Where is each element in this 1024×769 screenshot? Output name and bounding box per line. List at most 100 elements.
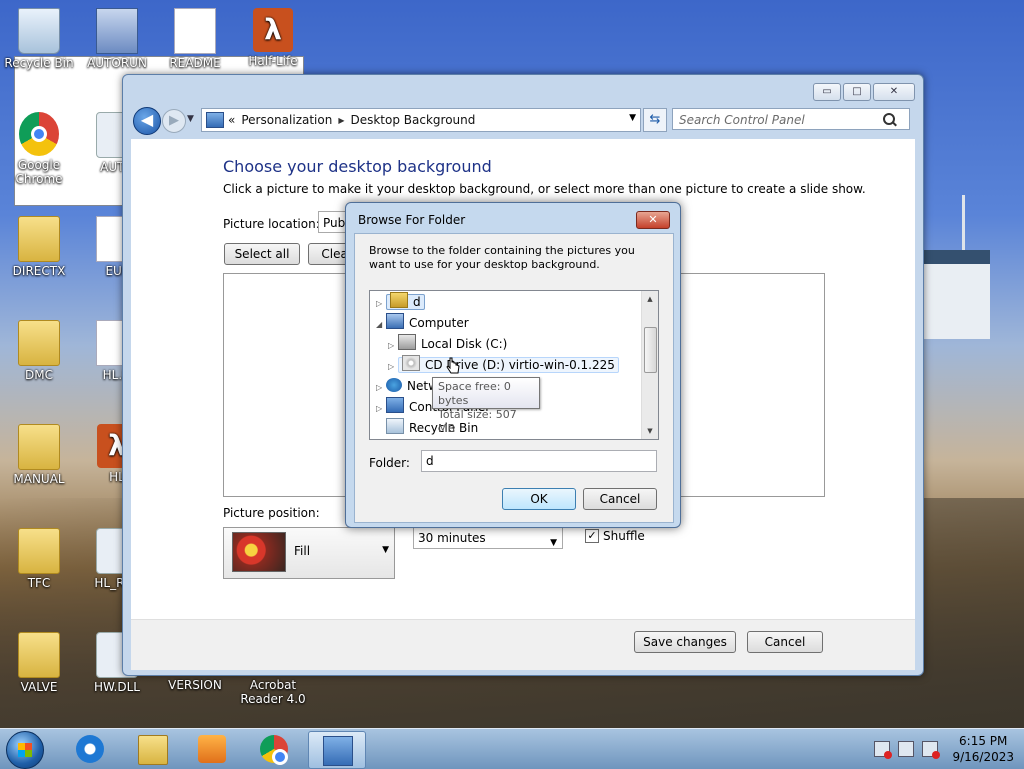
clock[interactable]: 6:15 PM 9/16/2023 [952, 733, 1014, 765]
desktop-icon-label: README [169, 56, 221, 70]
hand-cursor-icon [446, 357, 460, 374]
computer-icon [386, 313, 404, 329]
dialog-close-button[interactable]: ✕ [636, 211, 670, 229]
tooltip-total-size: Total size: 507 MB [438, 408, 517, 435]
back-button[interactable]: ◀ [133, 107, 161, 135]
taskbar-control-panel[interactable] [308, 731, 366, 769]
desktop-icon-readme[interactable]: README [158, 8, 232, 70]
tree-item-cd-drive[interactable]: ▷ CD Drive (D:) virtio-win-0.1.225 [388, 355, 619, 375]
desktop-icon-recycle-bin[interactable]: Recycle Bin [2, 8, 76, 70]
desktop-icon-dmc[interactable]: DMC [2, 320, 76, 382]
half-life-icon: λ [253, 8, 293, 52]
expand-arrow-icon[interactable]: ▷ [376, 399, 386, 419]
breadcrumb-separator-icon[interactable]: ▶ [338, 116, 344, 125]
desktop-icon-manual[interactable]: MANUAL [2, 424, 76, 486]
chevron-down-icon: ▼ [382, 545, 389, 555]
recent-pages-dropdown-icon[interactable]: ▼ [187, 114, 194, 124]
change-interval-select[interactable]: 30 minutes ▼ [413, 527, 563, 549]
action-center-flag-icon[interactable] [874, 741, 893, 759]
media-player-icon [198, 735, 226, 763]
minimize-button[interactable]: ▭ [813, 83, 841, 101]
desktop-icon-label: DIRECTX [12, 264, 66, 278]
scroll-down-icon[interactable]: ▼ [642, 423, 658, 439]
network-icon[interactable] [898, 741, 915, 757]
shuffle-label: Shuffle [603, 529, 645, 543]
desktop-icon-half-life[interactable]: λ Half-Life [236, 8, 310, 68]
wallpaper-house [920, 250, 990, 339]
cd-drive-icon [402, 355, 420, 371]
page-title: Choose your desktop background [223, 157, 492, 176]
tree-item-label: d [413, 295, 421, 309]
search-icon[interactable] [883, 113, 895, 125]
taskbar-internet-explorer[interactable] [62, 731, 118, 767]
taskbar-media-player[interactable] [184, 731, 240, 767]
start-button[interactable] [6, 731, 44, 769]
desktop-icon-label: Half-Life [248, 54, 298, 68]
internet-explorer-icon [76, 735, 104, 763]
desktop-icon-directx[interactable]: DIRECTX [2, 216, 76, 278]
dialog-title: Browse For Folder [358, 213, 466, 227]
taskbar-windows-explorer[interactable] [124, 731, 180, 767]
desktop-icon-label: AUTORUN [87, 56, 147, 70]
window-controls: ▭ □ ✕ [813, 83, 915, 101]
folder-label: Folder: [369, 456, 410, 470]
desktop-icon-chrome[interactable]: Google Chrome [2, 112, 76, 186]
forward-button[interactable]: ▶ [162, 109, 186, 133]
taskbar: 6:15 PM 9/16/2023 [0, 728, 1024, 769]
expand-arrow-icon[interactable]: ▷ [388, 357, 398, 377]
close-button[interactable]: ✕ [873, 83, 915, 101]
scroll-up-icon[interactable]: ▲ [642, 291, 658, 307]
folder-tree[interactable]: ▷ d ◢ Computer ▷ Local Disk (C:) ▷ CD Drive … [369, 290, 659, 440]
folder-icon [18, 528, 60, 574]
ok-button[interactable]: OK [502, 488, 576, 510]
desktop-icon-valve[interactable]: VALVE [2, 632, 76, 694]
desktop-icon-label: Google Chrome [15, 158, 63, 186]
collapse-arrow-icon[interactable]: ◢ [376, 315, 386, 335]
search-input[interactable]: Search Control Panel [672, 108, 910, 130]
folder-icon [18, 216, 60, 262]
taskbar-chrome[interactable] [246, 731, 302, 767]
chrome-icon [260, 735, 288, 765]
shuffle-checkbox[interactable]: ✓ [585, 529, 599, 543]
expand-arrow-icon[interactable]: ▷ [376, 378, 386, 398]
tree-item-computer[interactable]: ◢ Computer [376, 313, 469, 333]
picture-position-preview [232, 532, 286, 572]
desktop-icon-label: VALVE [20, 680, 58, 694]
desktop-icon-label: Recycle Bin [4, 56, 74, 70]
expand-arrow-icon[interactable]: ▷ [376, 294, 386, 314]
desktop-icon-autorun[interactable]: AUTORUN [80, 8, 154, 70]
tree-item-label: Computer [409, 316, 469, 330]
select-all-button[interactable]: Select all [224, 243, 300, 265]
volume-muted-icon[interactable] [922, 741, 941, 759]
clock-date: 9/16/2023 [952, 750, 1014, 764]
desktop-icon-label: VERSION [168, 678, 222, 692]
recycle-bin-icon [386, 418, 404, 434]
control-panel-icon [386, 397, 404, 413]
desktop-icon-tfc[interactable]: TFC [2, 528, 76, 590]
scroll-thumb[interactable] [644, 327, 657, 373]
breadcrumb-overflow[interactable]: « [228, 113, 235, 127]
recycle-bin-icon [18, 8, 60, 54]
folder-input[interactable]: d [421, 450, 657, 472]
refresh-button[interactable]: ⇆ [643, 108, 667, 132]
dialog-body: Browse to the folder containing the pict… [354, 233, 674, 523]
dialog-cancel-button[interactable]: Cancel [583, 488, 657, 510]
address-dropdown-icon[interactable]: ▼ [629, 113, 636, 123]
user-folder-icon [390, 292, 408, 308]
tree-item-d[interactable]: ▷ d [376, 292, 425, 312]
picture-position-select[interactable]: Fill ▼ [223, 527, 395, 579]
tree-item-local-disk[interactable]: ▷ Local Disk (C:) [388, 334, 507, 354]
address-bar[interactable]: « Personalization ▶ Desktop Background ▼ [201, 108, 641, 132]
desktop-icon-label: Acrobat Reader 4.0 [240, 678, 306, 706]
shuffle-option[interactable]: ✓ Shuffle [585, 529, 645, 543]
cancel-button[interactable]: Cancel [747, 631, 823, 653]
expand-arrow-icon[interactable]: ▷ [388, 336, 398, 356]
tree-scrollbar[interactable]: ▲ ▼ [641, 291, 658, 439]
desktop-icon-label: MANUAL [13, 472, 65, 486]
dialog-description: Browse to the folder containing the pict… [369, 244, 635, 271]
maximize-button[interactable]: □ [843, 83, 871, 101]
breadcrumb-personalization[interactable]: Personalization [241, 113, 332, 127]
breadcrumb-desktop-background[interactable]: Desktop Background [350, 113, 475, 127]
save-changes-button[interactable]: Save changes [634, 631, 736, 653]
network-icon [386, 378, 402, 392]
